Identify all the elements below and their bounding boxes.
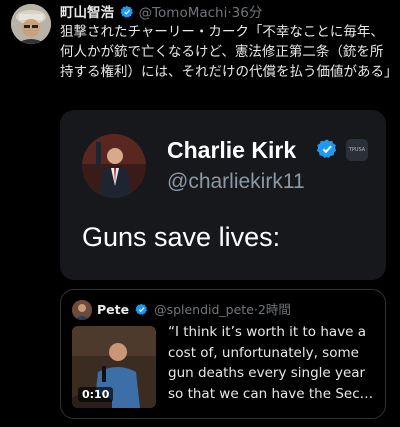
charlie-kirk-avatar — [82, 134, 146, 198]
card-verified-icon — [316, 139, 337, 158]
tweet-time[interactable]: 36分 — [232, 5, 263, 21]
quoted-verified-icon — [135, 303, 148, 315]
card-body-text: Guns save lives: — [82, 222, 281, 252]
author-avatar[interactable] — [11, 4, 51, 44]
author-avatar-image — [11, 4, 51, 44]
quoted-time[interactable]: 2時間 — [258, 302, 291, 317]
card-name: Charlie Kirk — [167, 137, 297, 163]
affiliation-logo: TPUSA — [346, 139, 368, 161]
video-thumbnail[interactable]: 0:10 — [72, 326, 156, 408]
author-handle[interactable]: @TomoMachi — [139, 5, 228, 21]
quoted-author-handle[interactable]: @splendid_pete — [154, 302, 254, 317]
tweet-text: 狙撃されたチャーリー・カーク「不幸なことに毎年、何人かが銃で亡くなるけど、憲法修… — [60, 24, 398, 80]
embedded-image-card[interactable]: Charlie Kirk TPUSA @charliekirk11 Guns s… — [60, 110, 386, 280]
quoted-header: Pete @splendid_pete·2時間 — [97, 301, 291, 319]
card-handle: @charliekirk11 — [167, 170, 305, 193]
video-duration: 0:10 — [78, 387, 114, 402]
quoted-author-avatar-image — [72, 300, 92, 320]
quoted-text: “I think it’s worth it to have a cost of… — [168, 324, 374, 402]
affiliation-logo-text: TPUSA — [348, 147, 366, 153]
tweet-header: 町山智浩 @TomoMachi·36分 — [60, 4, 262, 22]
charlie-kirk-photo — [82, 134, 146, 198]
quoted-tweet[interactable]: Pete @splendid_pete·2時間 0:10 “I think it… — [60, 289, 386, 419]
quoted-author-avatar[interactable] — [72, 300, 92, 320]
verified-icon — [120, 5, 134, 18]
author-name[interactable]: 町山智浩 — [60, 5, 114, 21]
quoted-author-name[interactable]: Pete — [97, 302, 129, 317]
